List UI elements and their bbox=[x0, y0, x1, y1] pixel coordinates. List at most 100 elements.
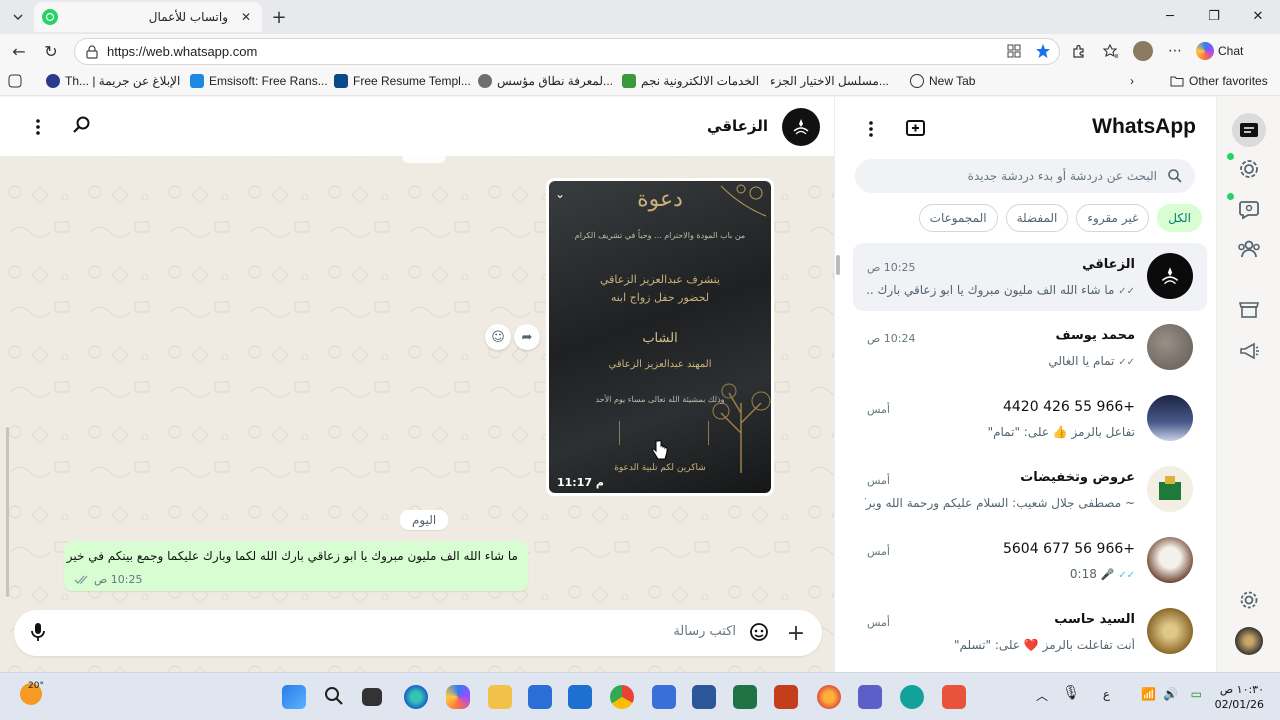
message-composer[interactable]: + اكتب رسالة bbox=[14, 610, 822, 656]
globe-icon bbox=[910, 74, 924, 88]
chat-time: 10:25 ص bbox=[867, 261, 916, 274]
chat-search-input[interactable]: البحث عن دردشة أو بدء دردشة جديدة bbox=[968, 169, 1157, 183]
sticker-emoji-icon[interactable] bbox=[748, 621, 772, 645]
url-bar[interactable]: https://web.whatsapp.com bbox=[74, 38, 1060, 65]
app-available-icon[interactable] bbox=[1007, 44, 1021, 58]
task-view-icon[interactable] bbox=[362, 688, 382, 706]
chrome-icon[interactable] bbox=[610, 685, 634, 709]
conversation-scrollbar[interactable] bbox=[6, 427, 9, 597]
profile-avatar-icon[interactable] bbox=[1132, 40, 1154, 62]
favorite-star-icon[interactable] bbox=[1035, 43, 1051, 59]
file-explorer-icon[interactable] bbox=[488, 685, 512, 709]
chat-list-item[interactable]: +966 56 677 5604 أمس ✓✓ 🎤 0:18 bbox=[853, 527, 1207, 595]
communities-icon[interactable] bbox=[1235, 235, 1263, 263]
outlook-icon[interactable] bbox=[568, 685, 592, 709]
browser-tab-whatsapp[interactable]: واتساب للأعمال ✕ bbox=[34, 2, 262, 32]
mic-tray-icon[interactable]: 🎙 bbox=[1062, 685, 1080, 701]
status-icon[interactable] bbox=[1235, 155, 1263, 183]
attach-plus-icon[interactable]: + bbox=[784, 621, 808, 646]
other-favorites[interactable]: Other favorites bbox=[1170, 74, 1268, 88]
chat-preview: ~ مصطفى جلال شعيب: السلام عليكم ورحمة ال… bbox=[865, 496, 1135, 510]
firefox-icon[interactable] bbox=[817, 685, 841, 709]
chat-list-item[interactable]: الزعاقي 10:25 ص ✓✓ ما شاء الله الف مليون… bbox=[853, 243, 1207, 311]
new-chat-icon[interactable] bbox=[905, 117, 929, 141]
filter-groups[interactable]: المجموعات bbox=[918, 204, 998, 232]
tab-list-chevron-icon[interactable] bbox=[6, 6, 30, 28]
microphone-icon[interactable] bbox=[30, 621, 52, 645]
double-check-icon: ✓✓ bbox=[1118, 357, 1135, 368]
chat-avatar bbox=[1147, 537, 1193, 583]
chat-preview-text: ما شاء الله الف مليون مبروك يا ابو زعاقي… bbox=[865, 283, 1115, 297]
outgoing-message[interactable]: ما شاء الله الف مليون مبروك يا ابو زعاقي… bbox=[64, 541, 528, 591]
taskbar-search-icon[interactable] bbox=[323, 685, 347, 709]
edge-browser-icon[interactable] bbox=[404, 685, 428, 709]
double-check-icon: ✓✓ bbox=[1118, 286, 1135, 297]
start-windows-icon[interactable] bbox=[282, 685, 306, 709]
bookmark-item[interactable]: New Tab bbox=[910, 74, 975, 88]
close-window-button[interactable]: ✕ bbox=[1236, 0, 1280, 32]
extensions-icon[interactable] bbox=[1068, 40, 1090, 62]
invitation-line: يتشرف عبدالعزيز الزعاقي bbox=[599, 273, 721, 286]
favorites-icon[interactable] bbox=[1100, 40, 1122, 62]
back-button[interactable]: ← bbox=[6, 39, 32, 63]
refresh-button[interactable]: ↻ bbox=[38, 39, 64, 63]
notepad-icon[interactable] bbox=[652, 685, 676, 709]
chat-search-box[interactable]: البحث عن دردشة أو بدء دردشة جديدة bbox=[855, 159, 1195, 193]
tray-overflow-chevron-icon[interactable]: ︿ bbox=[1036, 687, 1048, 704]
chat-list-item[interactable]: محمد يوسف 10:24 ص ✓✓ تمام يا الغالي bbox=[853, 314, 1207, 382]
message-input[interactable]: اكتب رسالة bbox=[673, 624, 736, 639]
copilot-taskbar-icon[interactable] bbox=[446, 685, 470, 709]
bookmark-item[interactable]: Th... | الإبلاغ عن جريمة bbox=[46, 74, 180, 88]
filter-all[interactable]: الكل bbox=[1157, 204, 1202, 232]
chats-icon[interactable] bbox=[1232, 113, 1266, 147]
store-icon[interactable] bbox=[528, 685, 552, 709]
bookmark-item[interactable]: لمعرفة نطاق مؤسس... bbox=[478, 74, 613, 88]
maximize-button[interactable]: ❐ bbox=[1192, 0, 1236, 32]
tab-close-icon[interactable]: ✕ bbox=[238, 10, 254, 24]
wifi-icon[interactable]: 📶 bbox=[1141, 687, 1156, 701]
copilot-chat-button[interactable]: Chat bbox=[1196, 42, 1243, 60]
chat-list-item[interactable]: عروض وتخفيضات أمس ~ مصطفى جلال شعيب: الس… bbox=[853, 456, 1207, 524]
chatlist-menu-icon[interactable] bbox=[861, 117, 881, 141]
chat-time: أمس bbox=[867, 545, 890, 558]
search-icon[interactable] bbox=[72, 115, 96, 139]
word-icon[interactable] bbox=[692, 685, 716, 709]
forward-icon[interactable]: ➦ bbox=[514, 324, 540, 350]
bookmark-item[interactable]: الخدمات الالكترونية نجم bbox=[622, 74, 759, 88]
system-clock[interactable]: ١٠:٣٠ ص 02/01/26 bbox=[1215, 682, 1264, 712]
language-indicator[interactable]: ع bbox=[1103, 687, 1110, 701]
settings-gear-icon[interactable] bbox=[1235, 586, 1263, 614]
wordpress-icon bbox=[478, 74, 492, 88]
bookmarks-app-icon[interactable] bbox=[8, 74, 22, 88]
excel-icon[interactable] bbox=[733, 685, 757, 709]
battery-icon[interactable]: ▭ bbox=[1191, 687, 1202, 701]
bookmarks-overflow-icon[interactable]: › bbox=[1130, 74, 1134, 88]
powerpoint-icon[interactable] bbox=[774, 685, 798, 709]
filter-unread[interactable]: غير مقروء bbox=[1076, 204, 1150, 232]
more-options-icon[interactable]: ⋯ bbox=[1164, 40, 1186, 62]
message-options-chevron-icon[interactable]: ⌄ bbox=[555, 187, 565, 201]
chat-list-scrollbar[interactable] bbox=[836, 255, 840, 275]
volume-icon[interactable]: 🔊 bbox=[1163, 687, 1178, 701]
channels-icon[interactable] bbox=[1235, 195, 1263, 223]
profile-avatar[interactable] bbox=[1235, 627, 1263, 655]
teams-icon[interactable] bbox=[858, 685, 882, 709]
filter-favorites[interactable]: المفضلة bbox=[1005, 204, 1069, 232]
contact-name[interactable]: الزعاقي bbox=[707, 117, 768, 135]
new-tab-button[interactable]: + bbox=[268, 6, 290, 28]
app-icon[interactable] bbox=[900, 685, 924, 709]
bookmark-item[interactable]: مسلسل الاختيار الجزء... bbox=[770, 74, 889, 88]
site-info-icon[interactable] bbox=[85, 44, 99, 59]
bookmark-item[interactable]: Emsisoft: Free Rans... bbox=[190, 74, 328, 88]
conversation-header[interactable]: الزعاقي bbox=[0, 97, 834, 157]
react-emoji-icon[interactable]: ☺ bbox=[485, 324, 511, 350]
catalog-store-icon[interactable] bbox=[1235, 295, 1263, 323]
contact-avatar[interactable] bbox=[782, 108, 820, 146]
bookmark-item[interactable]: Free Resume Templ... bbox=[334, 74, 471, 88]
chat-list-item[interactable]: السيد حاسب أمس أنت تفاعلت بالرمز ❤️ على:… bbox=[853, 598, 1207, 666]
chat-list-item[interactable]: +966 55 426 4420 أمس تفاعل بالرمز 👍 على:… bbox=[853, 385, 1207, 453]
conversation-menu-icon[interactable] bbox=[28, 115, 48, 139]
broadcast-megaphone-icon[interactable] bbox=[1235, 337, 1263, 365]
clipchamp-icon[interactable] bbox=[942, 685, 966, 709]
minimize-button[interactable]: ─ bbox=[1148, 0, 1192, 32]
